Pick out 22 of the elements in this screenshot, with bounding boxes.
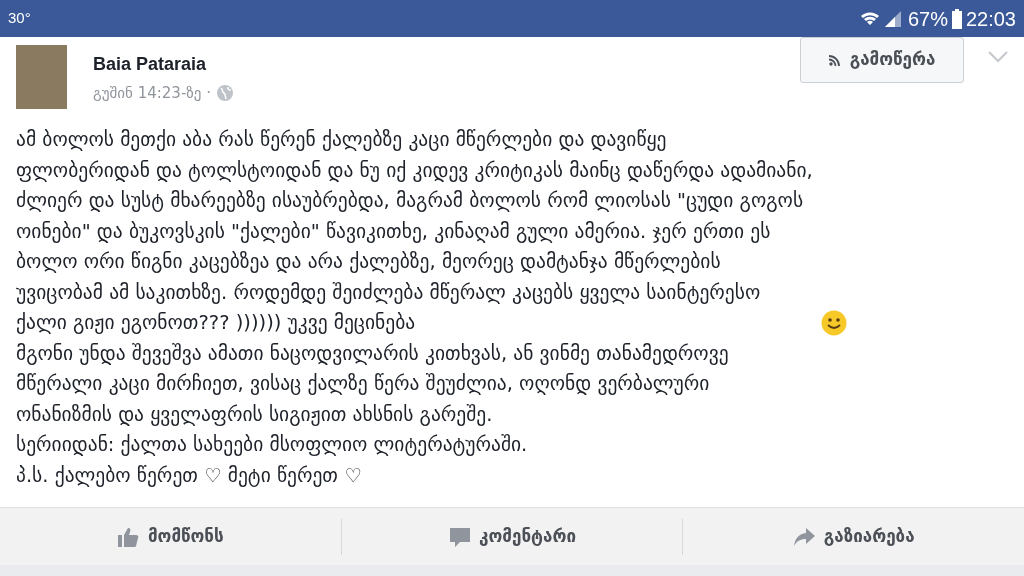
globe-icon: [217, 85, 233, 102]
like-button[interactable]: მომწონს: [116, 523, 224, 550]
battery-percentage: 67%: [907, 6, 948, 32]
author-name[interactable]: Baia Pataraia: [93, 51, 233, 78]
post-paragraph: სერიიდან: ქალთა სახეები მსოფლიო ლიტერატურაში.: [16, 432, 528, 458]
share-button[interactable]: გაზიარება: [792, 523, 915, 550]
avatar-photo-placeholder[interactable]: [16, 45, 67, 109]
speech-bubble-icon: [448, 525, 472, 548]
post-paragraph: მგონი უნდა შევეშვა ამათი ნაცოდვილარის კითხვას, ან ვინმე თანამედროვე მწერალი კაცი მირჩიეთ, ვისაც ქალზე წერა შეუძლია, ოღონდ ვერბალური ონანიზმის და ყველაფრის სიგიჟით ახსნის გარეშე.: [16, 340, 729, 428]
rss-icon: [828, 54, 840, 66]
follow-button[interactable]: გამოწერა: [800, 37, 964, 83]
wifi-icon: [859, 9, 880, 28]
share-arrow-icon: [792, 525, 816, 548]
signal-icon: [883, 9, 902, 28]
smiley-emoji-icon: [820, 309, 847, 336]
thumbs-up-icon: [116, 525, 140, 548]
clock-time: 22:03: [965, 6, 1016, 32]
temperature-text: 30°: [8, 8, 31, 29]
comment-button[interactable]: კომენტარი: [448, 523, 576, 550]
post-paragraph: პ.ს. ქალებო წერეთ ♡ მეტი წერეთ ♡: [16, 462, 362, 489]
battery-icon: [951, 8, 962, 29]
chevron-down-icon[interactable]: [988, 51, 1008, 63]
